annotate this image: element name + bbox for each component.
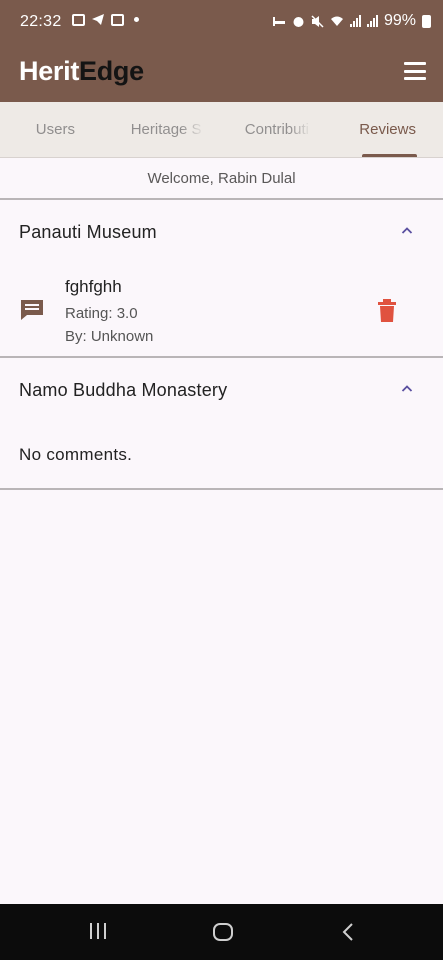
comment-author: By: Unknown	[65, 328, 154, 345]
app-bar: HeritEdge	[0, 44, 443, 102]
status-bar: 22:32 99%	[0, 0, 443, 44]
welcome-message: Welcome, Rabin Dulal	[0, 158, 443, 200]
delete-icon[interactable]	[377, 299, 397, 322]
sleep-icon	[272, 17, 285, 26]
tab-indicator	[362, 154, 417, 157]
chevron-up-icon[interactable]	[401, 225, 413, 237]
alarm-icon	[293, 16, 304, 27]
signal-icon	[349, 15, 361, 27]
mute-icon	[311, 14, 324, 28]
chevron-up-icon[interactable]	[401, 383, 413, 395]
section-title[interactable]: Panauti Museum	[19, 222, 157, 243]
empty-comments-text: No comments.	[19, 445, 133, 464]
battery-icon	[422, 14, 431, 28]
home-icon[interactable]	[212, 922, 234, 942]
wifi-icon	[330, 16, 343, 26]
more-notifications-icon	[134, 17, 139, 22]
site-section: Panauti Museum fghfghh Rating: 3.0 By: U…	[0, 201, 443, 358]
gallery-icon	[72, 13, 85, 26]
tab-reviews[interactable]: Reviews	[332, 102, 443, 157]
battery-percent: 99%	[383, 12, 416, 29]
comment-icon	[21, 300, 43, 320]
comment-rating: Rating: 3.0	[65, 305, 138, 322]
app-header: 22:32 99% HeritEdge	[0, 0, 443, 102]
system-nav-bar	[0, 904, 443, 960]
tab-heritage-sites[interactable]: Heritage S	[111, 102, 222, 157]
tab-contributions[interactable]: Contributi	[222, 102, 333, 157]
tab-users[interactable]: Users	[0, 102, 111, 157]
notification-icons	[72, 13, 139, 26]
site-section: Namo Buddha Monastery No comments.	[0, 359, 443, 490]
recents-icon[interactable]	[89, 922, 107, 940]
app-notification-icon	[111, 13, 124, 26]
tab-bar: Users Heritage S Contributi Reviews	[0, 102, 443, 158]
comment-text: fghfghh	[65, 277, 122, 296]
system-indicators: 99%	[272, 12, 431, 30]
status-time: 22:32	[20, 13, 62, 30]
section-title[interactable]: Namo Buddha Monastery	[19, 380, 227, 401]
back-icon[interactable]	[341, 922, 355, 942]
app-logo: HeritEdge	[19, 56, 144, 86]
telegram-icon	[92, 14, 104, 25]
signal-2-icon	[366, 15, 378, 27]
menu-icon[interactable]	[404, 62, 426, 80]
